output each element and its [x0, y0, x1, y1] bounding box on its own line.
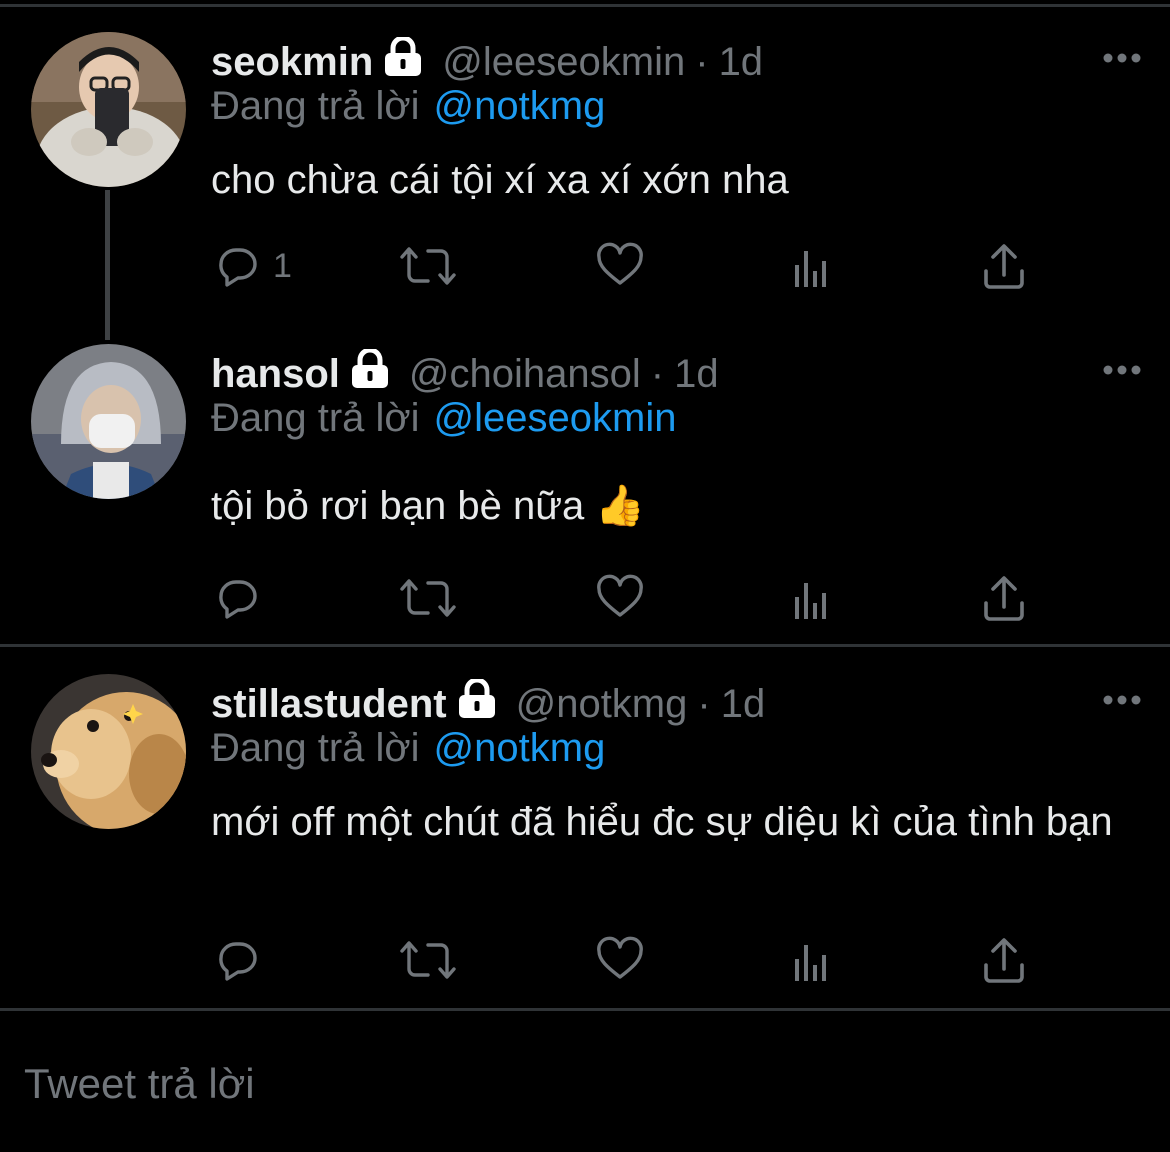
lock-icon [382, 35, 424, 87]
separator-dot: · [697, 681, 711, 726]
retweet-button[interactable] [399, 932, 457, 988]
timestamp[interactable]: 1d [674, 352, 719, 397]
user-handle[interactable]: @leeseokmin [442, 40, 685, 85]
tweet-divider [0, 644, 1170, 647]
reply-icon [211, 573, 261, 623]
share-button[interactable] [981, 932, 1027, 988]
avatar-seokmin[interactable] [31, 32, 186, 187]
reply-icon [211, 241, 261, 291]
lock-icon [456, 677, 498, 729]
action-bar [211, 570, 1051, 630]
views-icon [791, 573, 835, 623]
display-name[interactable]: stillastudent [211, 682, 447, 727]
heart-icon [595, 241, 645, 291]
action-bar [211, 932, 1051, 992]
reply-button[interactable] [211, 570, 261, 626]
more-icon[interactable] [1102, 48, 1142, 68]
avatar-hansol[interactable] [31, 344, 186, 499]
share-button[interactable] [981, 238, 1027, 294]
retweet-button[interactable] [399, 238, 457, 294]
display-name[interactable]: seokmin [211, 40, 373, 85]
views-button[interactable] [791, 570, 835, 626]
tweet-text: tội bỏ rơi bạn bè nữa 👍 [211, 484, 646, 528]
more-icon[interactable] [1102, 690, 1142, 710]
more-icon[interactable] [1102, 360, 1142, 380]
retweet-icon [399, 935, 457, 985]
avatar-stillastudent[interactable] [31, 674, 186, 829]
user-handle[interactable]: @notkmg [516, 682, 688, 727]
separator-dot: · [695, 39, 709, 84]
tweet-header: seokmin @leeseokmin · 1d [211, 32, 763, 92]
replying-to: Đang trả lời @leeseokmin [211, 396, 676, 441]
mention-link[interactable]: @notkmg [434, 726, 606, 770]
tweet-text: cho chừa cái tội xí xa xí xớn nha [211, 158, 789, 202]
tweet-header: hansol @choihansol · 1d [211, 344, 719, 404]
action-bar: 1 [211, 238, 1051, 298]
reply-icon [211, 935, 261, 985]
like-button[interactable] [595, 238, 645, 294]
user-handle[interactable]: @choihansol [409, 352, 641, 397]
replying-label: Đang trả lời [211, 726, 420, 770]
reply-button[interactable]: 1 [211, 238, 292, 294]
share-icon [981, 573, 1027, 623]
thread-line [105, 190, 110, 340]
like-button[interactable] [595, 570, 645, 626]
retweet-button[interactable] [399, 570, 457, 626]
heart-icon [595, 573, 645, 623]
like-button[interactable] [595, 932, 645, 988]
replying-label: Đang trả lời [211, 84, 420, 128]
top-divider [0, 4, 1170, 7]
reply-button[interactable] [211, 932, 261, 988]
views-icon [791, 241, 835, 291]
retweet-icon [399, 573, 457, 623]
mention-link[interactable]: @leeseokmin [434, 396, 677, 440]
tweet-header: stillastudent @notkmg · 1d [211, 674, 765, 734]
views-button[interactable] [791, 932, 835, 988]
share-icon [981, 935, 1027, 985]
reply-count: 1 [273, 246, 292, 285]
replying-to: Đang trả lời @notkmg [211, 726, 605, 771]
replying-to: Đang trả lời @notkmg [211, 84, 605, 129]
tweet-text: mới off một chút đã hiểu đc sự diệu kì c… [211, 800, 1113, 844]
replying-label: Đang trả lời [211, 396, 420, 440]
separator-dot: · [650, 351, 665, 396]
timestamp[interactable]: 1d [721, 682, 766, 727]
share-icon [981, 241, 1027, 291]
views-button[interactable] [791, 238, 835, 294]
compose-divider [0, 1008, 1170, 1011]
lock-icon [349, 347, 391, 399]
share-button[interactable] [981, 570, 1027, 626]
views-icon [791, 935, 835, 985]
mention-link[interactable]: @notkmg [434, 84, 606, 128]
retweet-icon [399, 241, 457, 291]
heart-icon [595, 935, 645, 985]
display-name[interactable]: hansol [211, 352, 340, 397]
reply-compose-input[interactable]: Tweet trả lời [24, 1060, 255, 1108]
timestamp[interactable]: 1d [719, 40, 764, 85]
